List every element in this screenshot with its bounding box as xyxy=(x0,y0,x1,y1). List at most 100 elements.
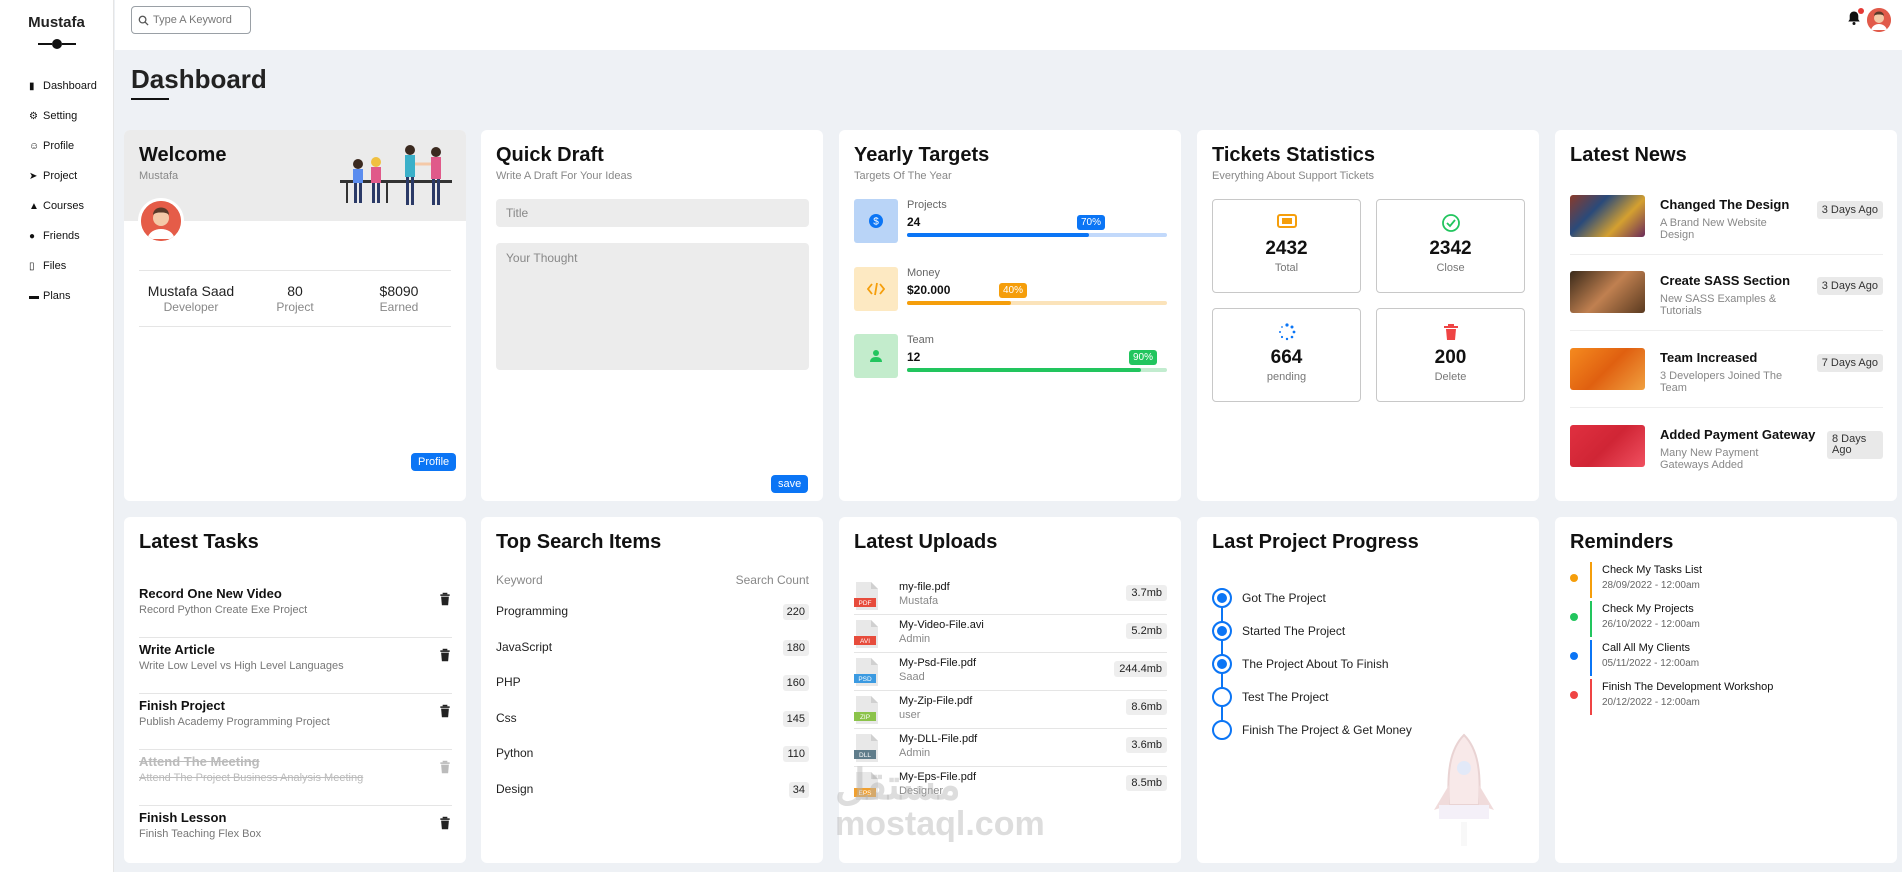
trash-icon[interactable] xyxy=(438,816,452,830)
sidebar-item-label: Dashboard xyxy=(43,80,97,92)
progress-step-label: Started The Project xyxy=(1242,624,1346,638)
upload-item[interactable]: PSD My-Psd-File.pdf Saad 244.4mb xyxy=(854,655,1167,691)
ticket-label: Total xyxy=(1274,262,1299,274)
draft-thought-textarea[interactable]: Your Thought xyxy=(496,243,809,370)
stat-earned: $8090 Earned xyxy=(347,283,451,314)
trash-icon[interactable] xyxy=(438,704,452,718)
progress-step-label: Test The Project xyxy=(1242,690,1329,704)
stat-projects: 80 Project xyxy=(243,283,347,314)
progress-title: Last Project Progress xyxy=(1212,531,1419,553)
sidebar-item-label: Setting xyxy=(43,110,78,122)
ticket-value: 2432 xyxy=(1265,238,1308,259)
search-row: JavaScript 180 xyxy=(496,640,809,660)
upload-size: 3.7mb xyxy=(1126,585,1167,601)
file-type-label: PSD xyxy=(858,676,872,683)
targets-title: Yearly Targets xyxy=(854,144,990,166)
task-desc: Attend The Project Business Analysis Mee… xyxy=(139,772,364,784)
file-type-icon: ZIP xyxy=(854,696,878,724)
trash-icon[interactable] xyxy=(438,592,452,606)
ticket-label: pending xyxy=(1266,371,1307,383)
reminders-title: Reminders xyxy=(1570,531,1674,553)
bell-icon[interactable] xyxy=(1846,8,1864,26)
search-keyword: Design xyxy=(496,782,534,796)
step-pending-icon xyxy=(1212,720,1232,740)
search-count: 180 xyxy=(782,640,809,656)
task-item[interactable]: Write Article Write Low Level vs High Le… xyxy=(139,638,452,694)
code-icon xyxy=(854,267,898,311)
news-item-age: 3 Days Ago xyxy=(1816,201,1883,219)
targets-subtitle: Targets Of The Year xyxy=(854,170,952,182)
sidebar-item-files[interactable]: ▯ Files xyxy=(0,251,113,281)
page-title: Dashboard xyxy=(131,64,267,94)
task-item[interactable]: Finish Lesson Finish Teaching Flex Box xyxy=(139,806,452,862)
upload-name: My-Psd-File.pdf xyxy=(899,657,977,669)
ticket-close: 2342 Close xyxy=(1376,199,1525,293)
target-percent: 90% xyxy=(1129,350,1158,365)
trash-icon[interactable] xyxy=(438,648,452,662)
file-type-label: AVI xyxy=(860,638,870,645)
reminder-item[interactable]: Call All My Clients 05/11/2022 - 12:00am xyxy=(1570,640,1883,676)
news-item-title: Changed The Design xyxy=(1660,197,1790,212)
sidebar-item-dashboard[interactable]: ▮ Dashboard xyxy=(0,71,113,101)
sidebar-item-profile[interactable]: ☺ Profile xyxy=(0,131,113,161)
task-desc: Record Python Create Exe Project xyxy=(139,604,308,616)
reminder-item[interactable]: Check My Projects 26/10/2022 - 12:00am xyxy=(1570,601,1883,637)
projects-count: 80 xyxy=(287,283,303,299)
team-illustration xyxy=(340,145,452,205)
news-item[interactable]: Added Payment Gateway Many New Payment G… xyxy=(1570,425,1883,485)
task-title: Attend The Meeting xyxy=(139,754,260,769)
task-item[interactable]: Finish Project Publish Academy Programmi… xyxy=(139,694,452,750)
stat-name: Mustafa Saad Developer xyxy=(139,283,243,314)
news-item-age: 3 Days Ago xyxy=(1816,277,1883,295)
dollar-icon: $ xyxy=(854,199,898,243)
upload-owner: user xyxy=(899,709,921,721)
file-type-icon: PDF xyxy=(854,582,878,610)
latest-news-card: Latest News Changed The Design A Brand N… xyxy=(1555,130,1897,501)
draft-title: Quick Draft xyxy=(496,144,604,166)
sidebar-item-friends[interactable]: ● Friends xyxy=(0,221,113,251)
profile-button[interactable]: Profile xyxy=(411,453,457,471)
reminder-dot xyxy=(1570,652,1578,660)
welcome-stats: Mustafa Saad Developer 80 Project $8090 Ear… xyxy=(139,270,451,327)
search-header: Keyword Search Count xyxy=(496,573,809,593)
latest-tasks-card: Latest Tasks Record One New Video Record… xyxy=(124,517,466,863)
search-input[interactable]: Type A Keyword xyxy=(131,6,251,34)
news-item[interactable]: Changed The Design A Brand New Website D… xyxy=(1570,195,1883,255)
task-item[interactable]: Record One New Video Record Python Creat… xyxy=(139,582,452,638)
reminder-item[interactable]: Finish The Development Workshop 20/12/202… xyxy=(1570,679,1883,715)
task-item-done[interactable]: Attend The Meeting Attend The Project Bu… xyxy=(139,750,452,806)
save-button[interactable]: save xyxy=(771,475,809,493)
watermark-logo: مستقل xyxy=(835,761,961,808)
reminder-bar xyxy=(1590,601,1592,637)
sidebar-item-plans[interactable]: ▬ Plans xyxy=(0,281,113,311)
avatar xyxy=(138,198,184,244)
avatar[interactable] xyxy=(1867,8,1891,32)
upload-owner: Admin xyxy=(899,747,931,759)
reminder-bar xyxy=(1590,679,1592,715)
file-type-label: ZIP xyxy=(860,714,870,721)
sidebar-item-label: Files xyxy=(43,260,67,272)
progress-step: Test The Project xyxy=(1212,687,1472,708)
news-image xyxy=(1570,348,1645,390)
draft-title-input[interactable]: Title xyxy=(496,199,809,227)
sidebar-item-project[interactable]: ➤ Project xyxy=(0,161,113,191)
reminder-dot xyxy=(1570,613,1578,621)
news-item[interactable]: Create SASS Section New SASS Examples & … xyxy=(1570,271,1883,331)
reminder-bar xyxy=(1590,640,1592,676)
news-item[interactable]: Team Increased 3 Developers Joined The T… xyxy=(1570,348,1883,408)
trash-icon[interactable] xyxy=(438,760,452,774)
sidebar-item-courses[interactable]: ▲ Courses xyxy=(0,191,113,221)
upload-item[interactable]: AVI My-Video-File.avi Admin 5.2mb xyxy=(854,617,1167,653)
upload-item[interactable]: PDF my-file.pdf Mustafa 3.7mb xyxy=(854,579,1167,615)
upload-item[interactable]: ZIP My-Zip-File.pdf user 8.6mb xyxy=(854,693,1167,729)
sidebar-item-setting[interactable]: ⚙ Setting xyxy=(0,101,113,131)
gear-icon: ⚙ xyxy=(29,110,38,122)
user-icon: ☺ xyxy=(29,140,40,152)
search-title: Top Search Items xyxy=(496,531,662,553)
news-item-desc: Many New Payment Gateways Added xyxy=(1660,447,1759,471)
sidebar-item-label: Project xyxy=(43,170,78,182)
watermark-site: mostaql.com xyxy=(835,805,1045,843)
reminder-date: 28/09/2022 - 12:00am xyxy=(1602,580,1700,591)
reminder-item[interactable]: Check My Tasks List 28/09/2022 - 12:00am xyxy=(1570,562,1883,598)
reminder-title: Finish The Development Workshop xyxy=(1602,681,1774,693)
